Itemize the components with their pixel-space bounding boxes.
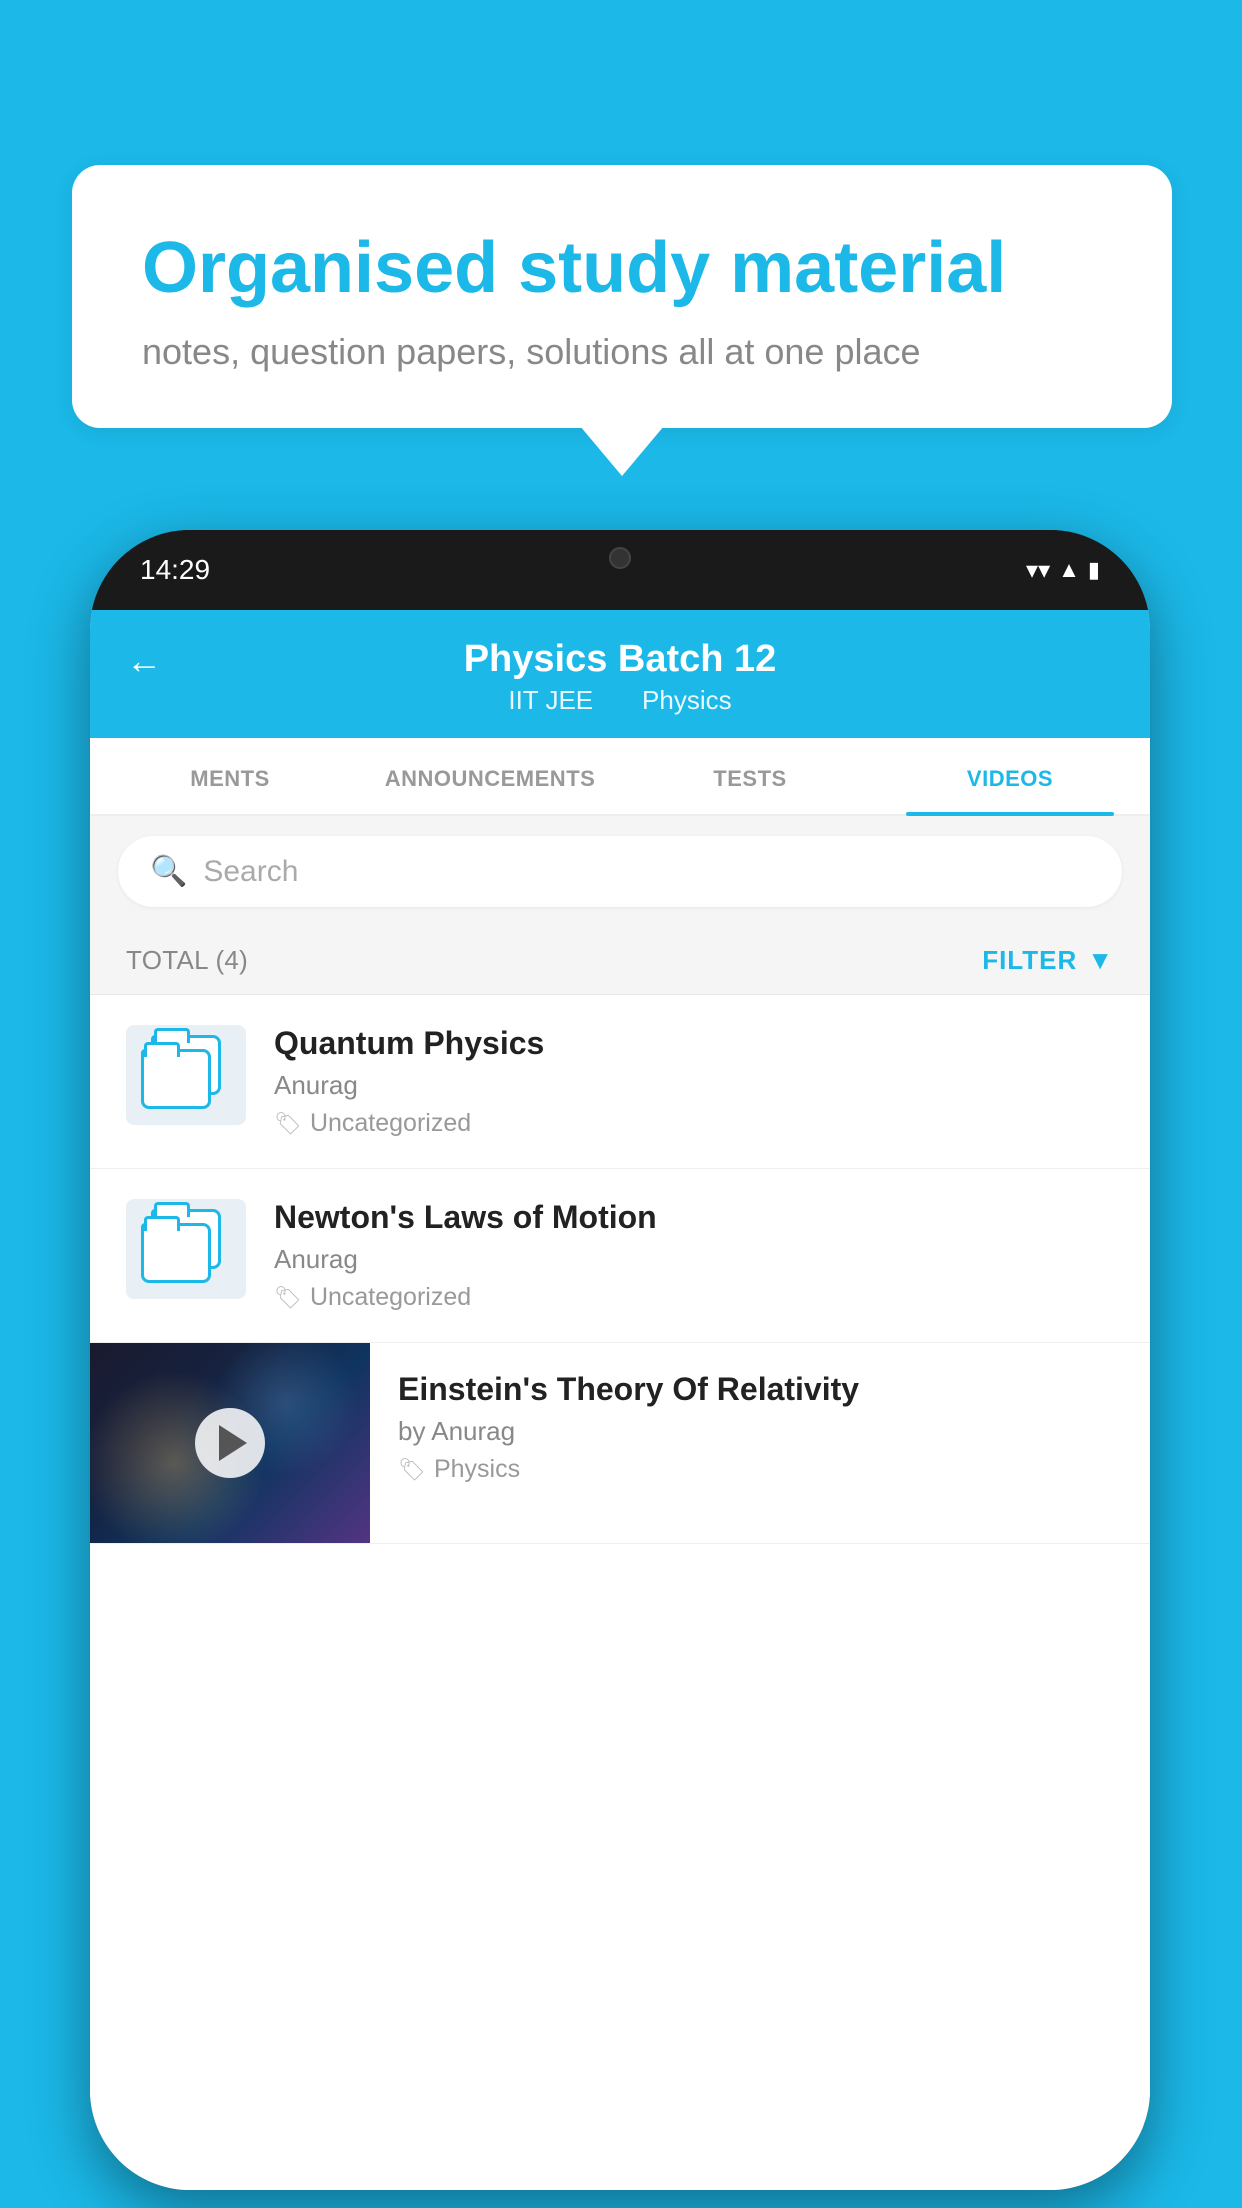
item-title: Newton's Laws of Motion bbox=[274, 1199, 1114, 1236]
filter-label: FILTER bbox=[982, 945, 1077, 976]
tab-tests[interactable]: TESTS bbox=[620, 738, 880, 814]
video-thumbnail bbox=[90, 1343, 370, 1543]
item-author: Anurag bbox=[274, 1070, 1114, 1101]
folder-icon bbox=[141, 1209, 231, 1289]
item-author: Anurag bbox=[274, 1244, 1114, 1275]
total-count: TOTAL (4) bbox=[126, 945, 248, 976]
phone-frame: 14:29 ▾▾ ▲ ▮ ← Physics Batch 12 IIT JEE … bbox=[90, 530, 1150, 2190]
tab-announcements[interactable]: ANNOUNCEMENTS bbox=[360, 738, 620, 814]
front-camera bbox=[609, 547, 631, 569]
back-button[interactable]: ← bbox=[126, 640, 162, 682]
header-title: Physics Batch 12 bbox=[464, 638, 777, 681]
tag-icon: 🏷 bbox=[274, 1111, 302, 1137]
status-icons: ▾▾ ▲ ▮ bbox=[1026, 556, 1100, 585]
header-subtitle-physics: Physics bbox=[642, 685, 732, 715]
search-input[interactable]: Search bbox=[203, 855, 298, 889]
search-icon: 🔍 bbox=[150, 854, 187, 889]
header-subtitle: IIT JEE Physics bbox=[498, 685, 741, 716]
item-title: Einstein's Theory Of Relativity bbox=[398, 1371, 1122, 1408]
list-item[interactable]: Newton's Laws of Motion Anurag 🏷 Uncateg… bbox=[90, 1169, 1150, 1343]
speech-bubble-subtitle: notes, question papers, solutions all at… bbox=[142, 331, 1102, 373]
signal-icon: ▲ bbox=[1058, 557, 1080, 583]
phone-screen: ← Physics Batch 12 IIT JEE Physics MENTS… bbox=[90, 610, 1150, 2190]
item-author: by Anurag bbox=[398, 1416, 1122, 1447]
folder-front bbox=[141, 1049, 211, 1109]
tag-label: Physics bbox=[434, 1455, 520, 1484]
header-subtitle-iit: IIT JEE bbox=[508, 685, 593, 715]
item-info: Einstein's Theory Of Relativity by Anura… bbox=[370, 1343, 1150, 1512]
total-filter-bar: TOTAL (4) FILTER ▼ bbox=[90, 927, 1150, 995]
tag-label: Uncategorized bbox=[310, 1283, 471, 1312]
item-thumbnail bbox=[126, 1025, 246, 1125]
status-time: 14:29 bbox=[140, 554, 210, 586]
battery-icon: ▮ bbox=[1088, 557, 1100, 583]
status-bar: 14:29 ▾▾ ▲ ▮ bbox=[90, 530, 1150, 610]
list-item[interactable]: Einstein's Theory Of Relativity by Anura… bbox=[90, 1343, 1150, 1544]
play-button[interactable] bbox=[195, 1408, 265, 1478]
video-list: Quantum Physics Anurag 🏷 Uncategorized bbox=[90, 995, 1150, 2190]
item-tag: 🏷 Physics bbox=[398, 1455, 1122, 1484]
item-tag: 🏷 Uncategorized bbox=[274, 1283, 1114, 1312]
item-title: Quantum Physics bbox=[274, 1025, 1114, 1062]
folder-icon bbox=[141, 1035, 231, 1115]
search-bar[interactable]: 🔍 Search bbox=[118, 836, 1122, 907]
app-header: ← Physics Batch 12 IIT JEE Physics bbox=[90, 610, 1150, 738]
speech-bubble-card: Organised study material notes, question… bbox=[72, 165, 1172, 428]
tabs-bar: MENTS ANNOUNCEMENTS TESTS VIDEOS bbox=[90, 738, 1150, 816]
folder-front bbox=[141, 1223, 211, 1283]
filter-button[interactable]: FILTER ▼ bbox=[982, 945, 1114, 976]
item-info: Newton's Laws of Motion Anurag 🏷 Uncateg… bbox=[274, 1199, 1114, 1312]
tag-icon: 🏷 bbox=[398, 1457, 426, 1483]
item-info: Quantum Physics Anurag 🏷 Uncategorized bbox=[274, 1025, 1114, 1138]
phone-notch bbox=[520, 530, 720, 585]
wifi-icon: ▾▾ bbox=[1026, 556, 1050, 585]
item-tag: 🏷 Uncategorized bbox=[274, 1109, 1114, 1138]
play-icon bbox=[219, 1425, 247, 1461]
tab-ments[interactable]: MENTS bbox=[100, 738, 360, 814]
tag-icon: 🏷 bbox=[274, 1285, 302, 1311]
item-thumbnail bbox=[126, 1199, 246, 1299]
tag-label: Uncategorized bbox=[310, 1109, 471, 1138]
search-bar-wrapper: 🔍 Search bbox=[90, 816, 1150, 927]
filter-icon: ▼ bbox=[1087, 945, 1114, 976]
list-item[interactable]: Quantum Physics Anurag 🏷 Uncategorized bbox=[90, 995, 1150, 1169]
tab-videos[interactable]: VIDEOS bbox=[880, 738, 1140, 814]
speech-bubble-title: Organised study material bbox=[142, 225, 1102, 311]
